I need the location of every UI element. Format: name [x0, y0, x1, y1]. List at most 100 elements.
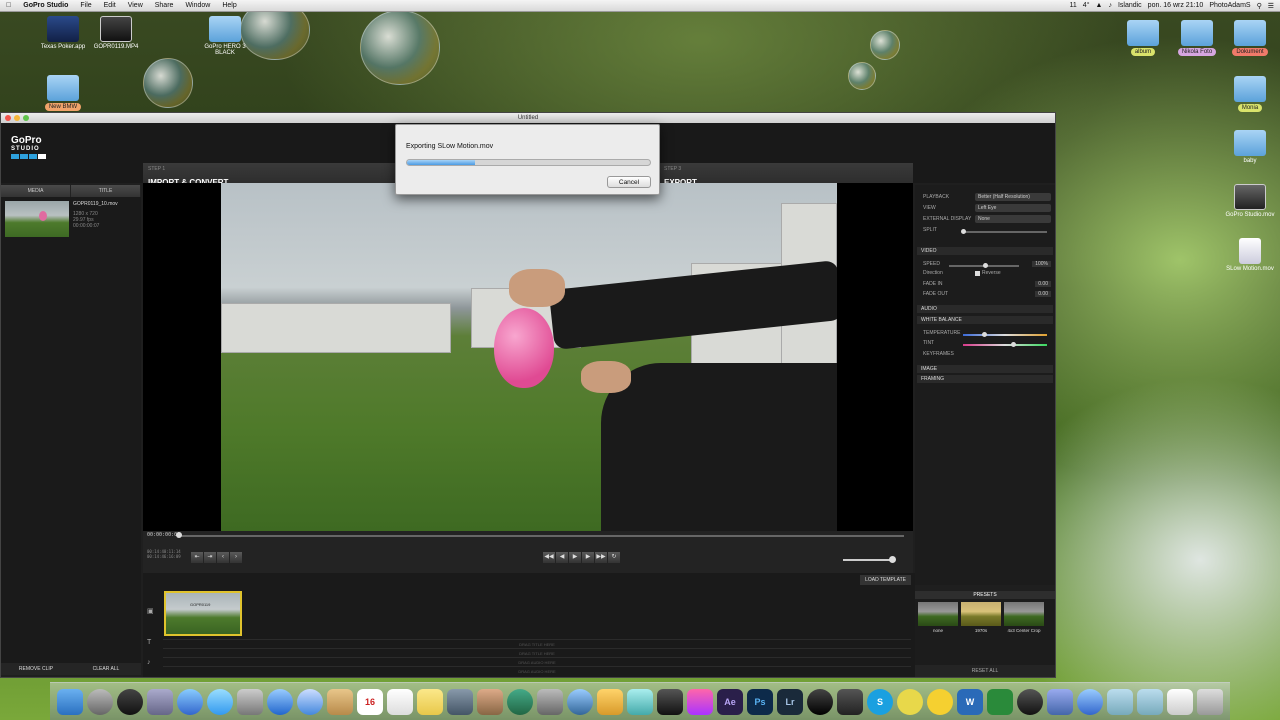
white-balance-section-header[interactable]: WHITE BALANCE: [917, 316, 1053, 324]
speed-handle[interactable]: [983, 263, 988, 268]
view-select[interactable]: Left Eye: [975, 204, 1051, 212]
fade-in-value[interactable]: 0.00: [1035, 281, 1051, 287]
cancel-button[interactable]: Cancel: [607, 176, 651, 188]
apple-icon[interactable]: : [0, 2, 17, 9]
load-template-button[interactable]: LOAD TEMPLATE: [860, 575, 911, 585]
image-section-header[interactable]: IMAGE: [917, 365, 1053, 373]
app-store-icon[interactable]: [267, 688, 293, 715]
launchpad-icon[interactable]: [87, 688, 113, 715]
downloads-stack-icon[interactable]: [1047, 688, 1073, 715]
desktop-icon-new-bmw[interactable]: New BMW: [33, 75, 93, 111]
video-viewer[interactable]: [143, 183, 913, 531]
itunes-icon[interactable]: [297, 688, 323, 715]
audio-track-1[interactable]: DRAG AUDIO HERE: [163, 657, 911, 666]
title-track-2[interactable]: DRAG TITLE HERE: [163, 648, 911, 657]
reverse-checkbox[interactable]: [975, 270, 980, 276]
fade-out-value[interactable]: 0.00: [1035, 291, 1051, 297]
speed-value[interactable]: 100%: [1032, 261, 1051, 267]
facetime-icon[interactable]: [237, 688, 263, 715]
safari-icon[interactable]: [177, 688, 203, 715]
fast-forward-icon[interactable]: ▶▶: [595, 552, 607, 563]
spotlight-app-icon[interactable]: [1077, 688, 1103, 715]
trash-icon[interactable]: [1197, 688, 1223, 715]
volume-slider[interactable]: [843, 559, 893, 561]
status-item-count[interactable]: 11: [1070, 2, 1077, 9]
desktop-icon-nikola-foto[interactable]: Nikola Foto: [1167, 20, 1227, 56]
mark-in-icon[interactable]: ⇤: [191, 552, 203, 563]
menu-file[interactable]: File: [74, 2, 97, 9]
eye-tv-icon[interactable]: [1017, 688, 1043, 715]
desktop-icon-gopro-hero[interactable]: GoPro HERO 3 BLACK: [195, 16, 255, 56]
temperature-slider[interactable]: [963, 334, 1047, 336]
status-user[interactable]: PhotoAdamS: [1209, 2, 1250, 9]
remove-clip-button[interactable]: REMOVE CLIP: [1, 663, 71, 675]
clear-out-icon[interactable]: ›: [230, 552, 242, 563]
contacts-icon[interactable]: [327, 688, 353, 715]
scrub-handle[interactable]: [176, 532, 182, 538]
network-icon[interactable]: [567, 688, 593, 715]
framing-section-header[interactable]: FRAMING: [917, 375, 1053, 383]
preset-1970s[interactable]: 1970s: [961, 602, 1001, 633]
reset-all-button[interactable]: RESET ALL: [915, 665, 1055, 677]
audio-section-header[interactable]: AUDIO: [917, 305, 1053, 313]
finder-icon[interactable]: [57, 688, 83, 715]
menu-edit[interactable]: Edit: [98, 2, 122, 9]
tab-media[interactable]: MEDIA: [1, 185, 71, 197]
reminders-icon[interactable]: [387, 688, 413, 715]
lightroom-icon[interactable]: Lr: [777, 688, 803, 715]
desktop-icon-gopro-studio-mov[interactable]: GoPro Studio.mov: [1220, 184, 1280, 218]
status-clock[interactable]: pon. 16 wrz 21:10: [1148, 2, 1204, 9]
step-forward-icon[interactable]: ▶: [582, 552, 594, 563]
desktop-icon-monia[interactable]: Monia: [1220, 76, 1280, 112]
notification-icon[interactable]: ☰: [1268, 2, 1274, 10]
gopro-studio-icon[interactable]: [837, 688, 863, 715]
status-temperature[interactable]: 4°: [1083, 2, 1090, 9]
final-cut-icon[interactable]: [657, 688, 683, 715]
external-display-select[interactable]: None: [975, 215, 1051, 223]
media-clip-item[interactable]: GOPR0119_10.mov 1280 x 720 29.97 fps 00:…: [1, 197, 141, 241]
preset-4x3-center-crop[interactable]: 4x3 Center Crop: [1004, 602, 1044, 633]
image-capture-icon[interactable]: [477, 688, 503, 715]
preset-none[interactable]: none: [918, 602, 958, 633]
tint-slider[interactable]: [963, 344, 1047, 346]
dashboard-icon[interactable]: [117, 688, 143, 715]
playback-select[interactable]: Better (Half Resolution): [975, 193, 1051, 201]
split-handle[interactable]: [961, 229, 966, 234]
mark-out-icon[interactable]: ⇥: [204, 552, 216, 563]
spotlight-icon[interactable]: ⚲: [1257, 2, 1262, 10]
loop-icon[interactable]: ↻: [608, 552, 620, 563]
applications-folder-icon[interactable]: [1107, 688, 1133, 715]
scrub-bar[interactable]: [179, 535, 904, 537]
step-back-icon[interactable]: ◀: [556, 552, 568, 563]
audio-track-2[interactable]: DRAG AUDIO HERE: [163, 666, 911, 675]
menu-help[interactable]: Help: [216, 2, 242, 9]
split-slider[interactable]: [963, 231, 1047, 233]
photoshop-icon[interactable]: Ps: [747, 688, 773, 715]
rewind-icon[interactable]: ◀◀: [543, 552, 555, 563]
document-stack-icon[interactable]: [1167, 688, 1193, 715]
preview-icon[interactable]: [147, 688, 173, 715]
zoom-icon[interactable]: [23, 115, 29, 121]
tint-handle[interactable]: [1011, 342, 1016, 347]
desktop-icon-album[interactable]: album: [1113, 20, 1173, 56]
volume-icon[interactable]: ♪: [1108, 2, 1112, 9]
tab-title[interactable]: TITLE: [71, 185, 141, 197]
app-menu[interactable]: GoPro Studio: [17, 2, 74, 9]
notes-icon[interactable]: [417, 688, 443, 715]
status-input-source[interactable]: Islandic: [1118, 2, 1142, 9]
desktop-icon-gopro-mp4[interactable]: GOPR0119.MP4: [86, 16, 146, 50]
documents-folder-icon[interactable]: [1137, 688, 1163, 715]
wifi-icon[interactable]: ▲: [1096, 2, 1103, 9]
temperature-handle[interactable]: [982, 332, 987, 337]
video-section-header[interactable]: VIDEO: [917, 247, 1053, 255]
title-track-1[interactable]: DRAG TITLE HERE: [163, 639, 911, 648]
word-icon[interactable]: W: [957, 688, 983, 715]
excel-icon[interactable]: [987, 688, 1013, 715]
timeline-clip[interactable]: GOPR0119: [164, 591, 242, 636]
play-icon[interactable]: ▶: [569, 552, 581, 563]
calendar-icon[interactable]: 16: [357, 688, 383, 715]
desktop-icon-slow-motion[interactable]: SLow Motion.mov: [1220, 238, 1280, 272]
menu-view[interactable]: View: [122, 2, 149, 9]
system-preferences-icon[interactable]: [537, 688, 563, 715]
desktop-icon-texas-poker[interactable]: Texas Poker.app: [33, 16, 93, 50]
